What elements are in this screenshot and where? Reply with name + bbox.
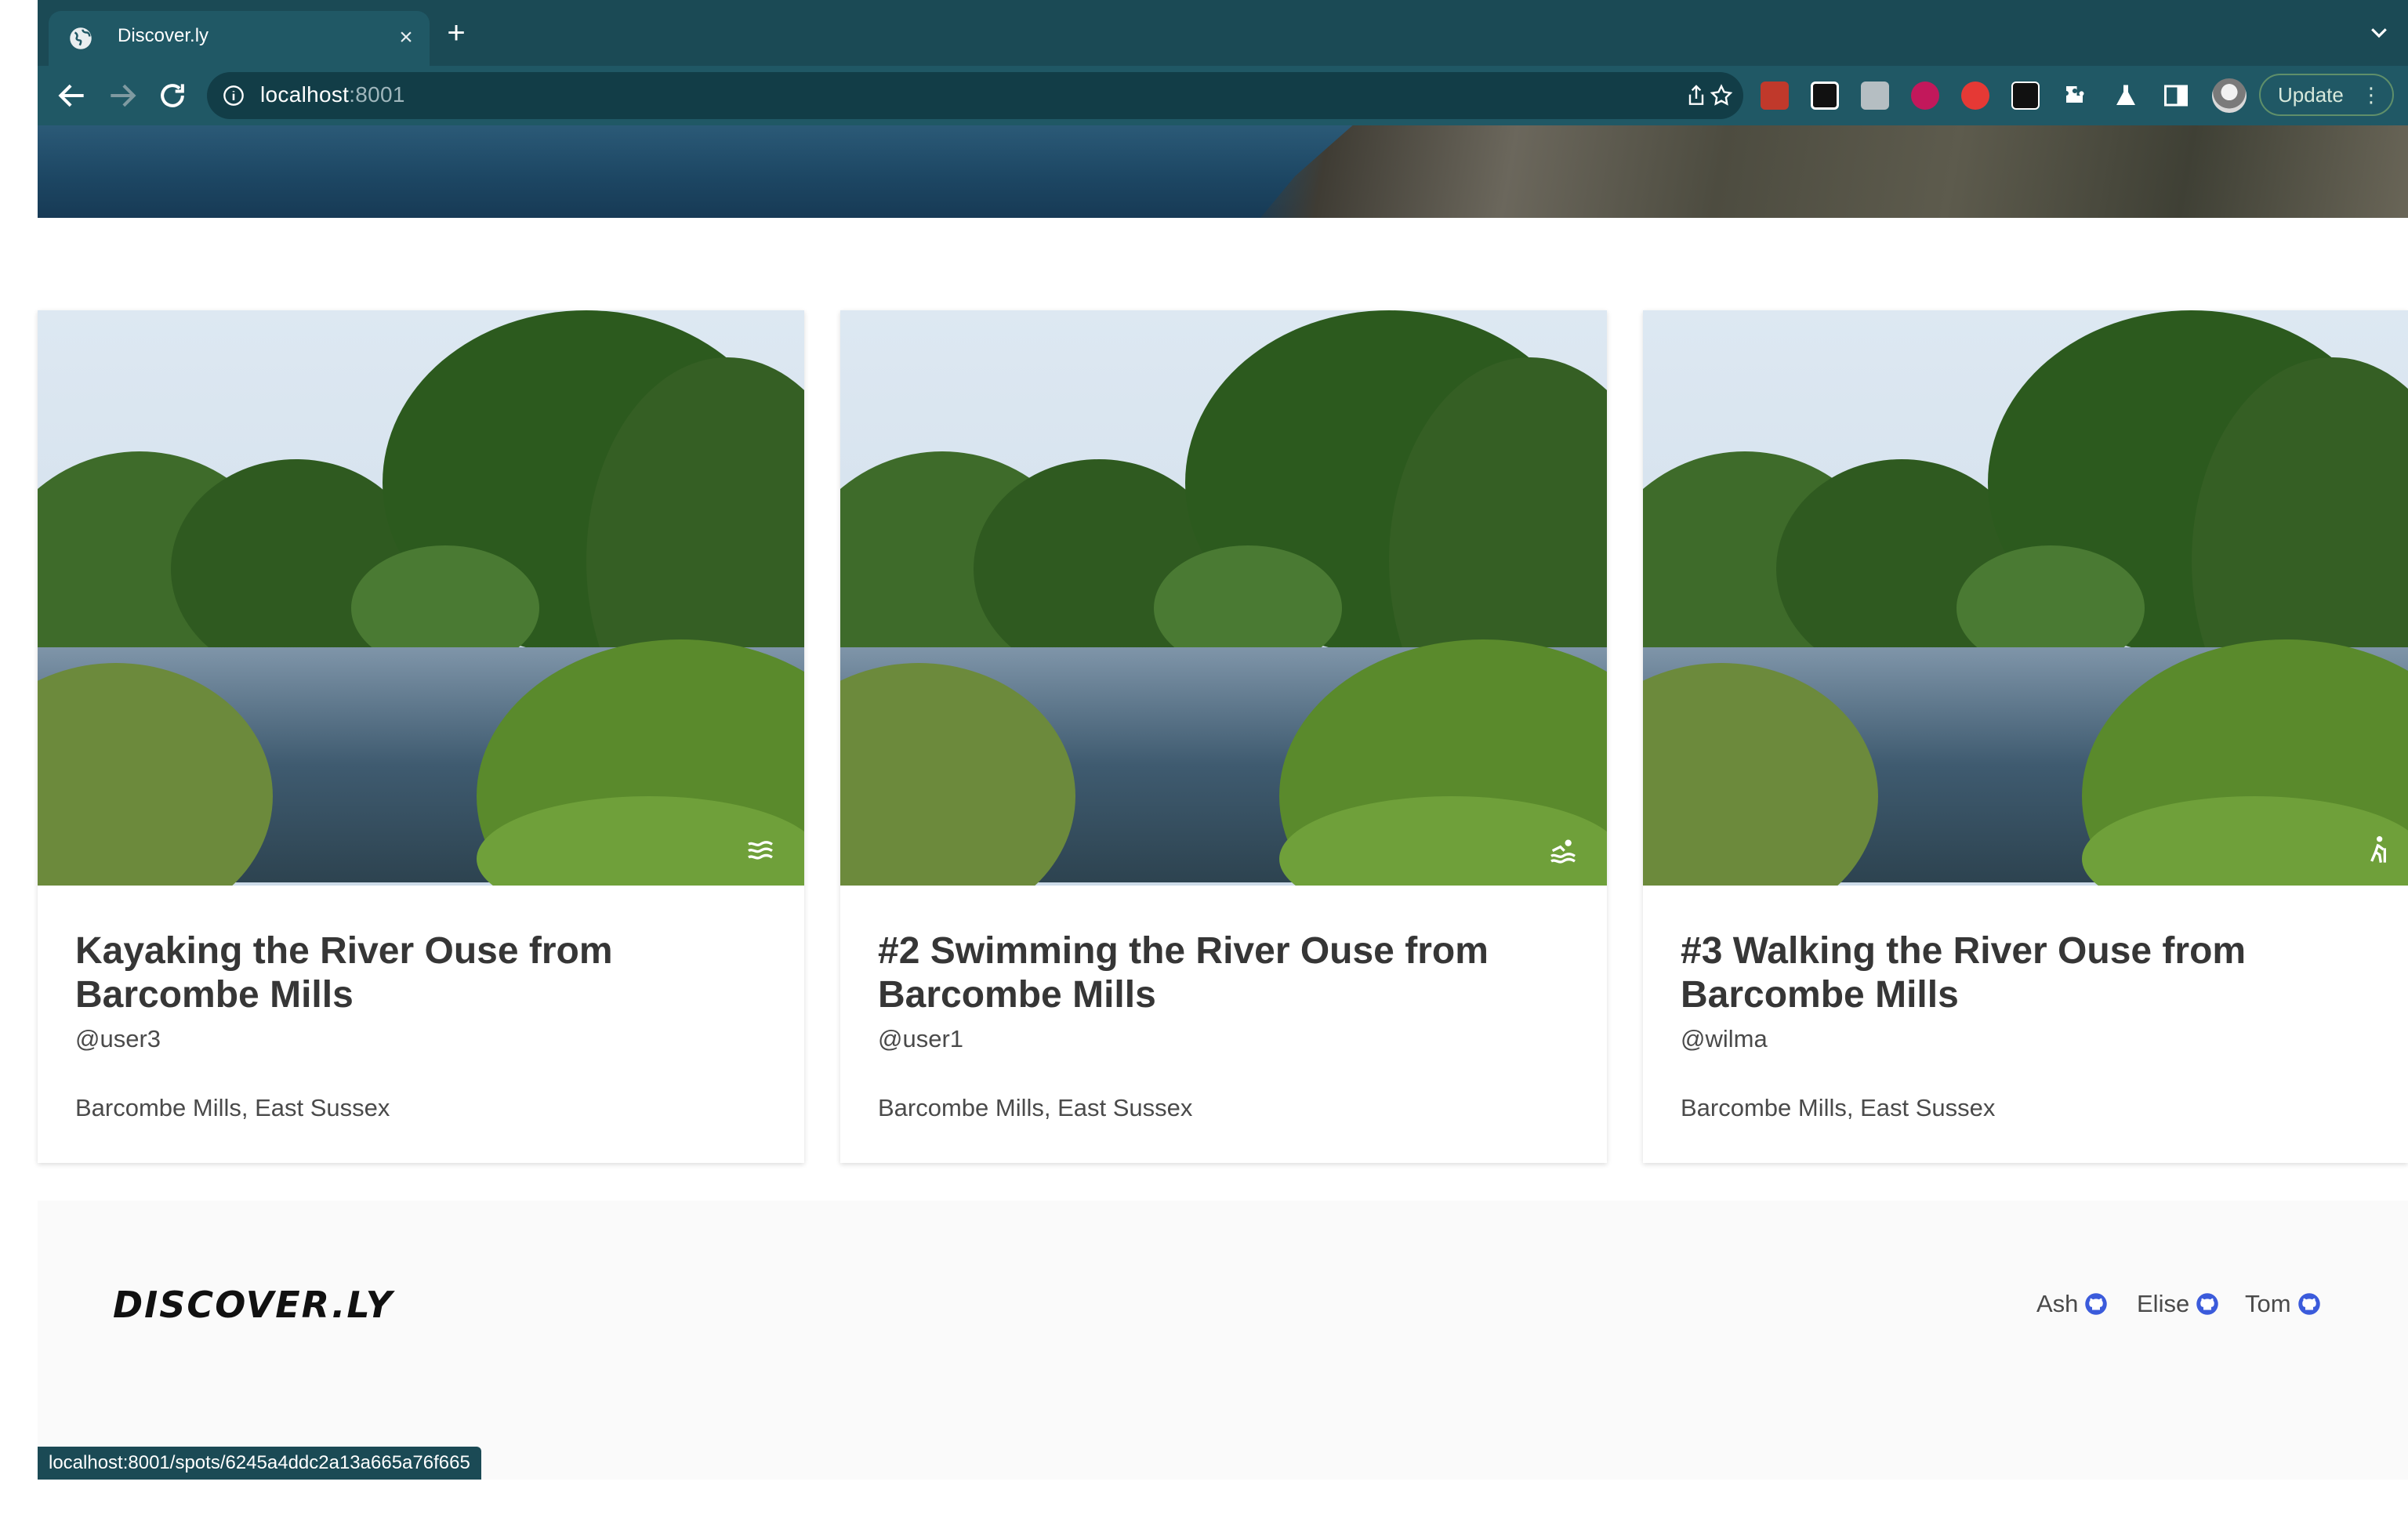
github-icon — [2196, 1293, 2218, 1315]
team-link-elise[interactable]: Elise — [2137, 1290, 2219, 1318]
spot-image — [840, 310, 1607, 886]
spot-user: @wilma — [1681, 1025, 1768, 1052]
spot-title[interactable]: Kayaking the River Ouse from Barcombe Mi… — [75, 929, 781, 1017]
site-footer: DISCOVER.LY Ash Elise Tom — [38, 1201, 2408, 1480]
address-bar[interactable]: localhost:8001 — [207, 72, 1743, 119]
spot-card[interactable]: Kayaking the River Ouse from Barcombe Mi… — [38, 310, 804, 1163]
spot-image — [38, 310, 804, 886]
spot-title[interactable]: #2 Swimming the River Ouse from Barcombe… — [878, 929, 1583, 1017]
team-link-ash[interactable]: Ash — [2036, 1290, 2108, 1318]
extension-icon[interactable] — [1861, 82, 1889, 110]
team-name: Elise — [2137, 1290, 2190, 1317]
river-photo — [1643, 310, 2408, 886]
footer-logo[interactable]: DISCOVER.LY — [113, 1284, 393, 1326]
status-bar-link-preview: localhost:8001/spots/6245a4ddc2a13a665a7… — [38, 1447, 481, 1480]
spot-title[interactable]: #3 Walking the River Ouse from Barcombe … — [1681, 929, 2386, 1017]
side-panel-icon[interactable] — [2162, 82, 2190, 110]
new-tab-button[interactable]: + — [439, 16, 473, 50]
chevron-down-icon[interactable] — [2367, 20, 2391, 44]
url-host: localhost — [260, 82, 350, 107]
bookmark-star-icon[interactable] — [1709, 83, 1734, 108]
extension-icon[interactable] — [1911, 82, 1939, 110]
team-name: Ash — [2036, 1290, 2079, 1317]
browser-tab-bar: Discover.ly × + — [38, 0, 2408, 66]
github-icon — [2085, 1293, 2108, 1315]
spot-card[interactable]: #2 Swimming the River Ouse from Barcombe… — [840, 310, 1607, 1163]
globe-icon — [70, 27, 92, 49]
github-icon — [2297, 1293, 2320, 1315]
reload-icon[interactable] — [155, 78, 190, 113]
extension-icon[interactable] — [2011, 82, 2040, 110]
spot-location: Barcombe Mills, East Sussex — [878, 1094, 1193, 1121]
update-label: Update — [2278, 83, 2344, 107]
close-icon[interactable]: × — [393, 25, 419, 50]
spot-location: Barcombe Mills, East Sussex — [75, 1094, 390, 1121]
hero-banner — [38, 125, 2408, 218]
spot-image — [1643, 310, 2408, 886]
team-link-tom[interactable]: Tom — [2245, 1290, 2321, 1318]
update-button[interactable]: Update ⋮ — [2259, 74, 2394, 116]
spot-user: @user3 — [75, 1025, 161, 1052]
spot-card[interactable]: #3 Walking the River Ouse from Barcombe … — [1643, 310, 2408, 1163]
river-photo — [840, 310, 1607, 886]
puzzle-icon[interactable] — [2062, 82, 2090, 110]
more-vert-icon[interactable]: ⋮ — [2361, 75, 2381, 114]
hero-rock-image — [1260, 125, 2408, 218]
tab-title: Discover.ly — [118, 25, 209, 46]
extension-icon[interactable] — [1761, 82, 1789, 110]
team-name: Tom — [2245, 1290, 2291, 1317]
extension-icon[interactable] — [1811, 82, 1839, 110]
back-arrow-icon[interactable] — [55, 78, 89, 113]
share-icon[interactable] — [1684, 83, 1709, 108]
forward-arrow-icon[interactable] — [105, 78, 140, 113]
left-margin — [0, 0, 38, 1525]
spot-location: Barcombe Mills, East Sussex — [1681, 1094, 1996, 1121]
avatar[interactable] — [2212, 78, 2247, 113]
swimmer-icon — [1550, 839, 1576, 864]
spot-user: @user1 — [878, 1025, 964, 1052]
browser-toolbar: localhost:8001 Update ⋮ — [38, 66, 2408, 125]
extension-icon[interactable] — [1961, 82, 1989, 110]
url-text: localhost:8001 — [260, 82, 405, 107]
flask-icon[interactable] — [2112, 82, 2140, 110]
info-icon[interactable] — [223, 85, 245, 107]
river-photo — [38, 310, 804, 886]
water-waves-icon — [748, 841, 773, 860]
url-port: :8001 — [349, 82, 405, 107]
hiker-icon — [2370, 836, 2386, 863]
browser-tab[interactable]: Discover.ly × — [49, 11, 430, 66]
